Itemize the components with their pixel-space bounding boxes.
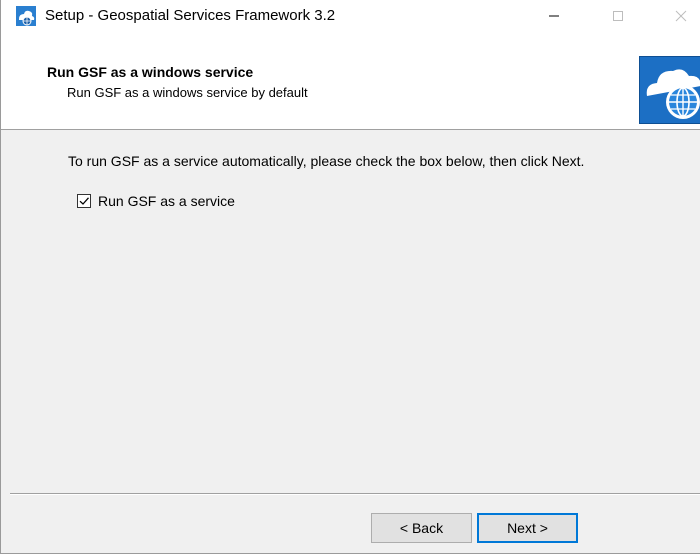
- setup-app-icon: [16, 6, 36, 26]
- instruction-text: To run GSF as a service automatically, p…: [68, 153, 585, 169]
- footer-divider: [10, 493, 700, 495]
- minimize-button[interactable]: [531, 0, 577, 31]
- run-as-service-label[interactable]: Run GSF as a service: [98, 193, 235, 209]
- close-icon: [675, 10, 687, 21]
- run-as-service-checkbox[interactable]: [77, 194, 91, 208]
- next-button[interactable]: Next >: [477, 513, 578, 543]
- run-as-service-option[interactable]: Run GSF as a service: [77, 192, 235, 210]
- setup-wizard-window: Setup - Geospatial Services Framework 3.…: [0, 0, 700, 554]
- cloud-globe-icon: [639, 56, 700, 124]
- close-button[interactable]: [658, 0, 700, 31]
- wizard-header: Run GSF as a windows service Run GSF as …: [1, 31, 700, 130]
- minimize-icon: [549, 15, 559, 16]
- maximize-icon: [613, 10, 623, 21]
- maximize-button[interactable]: [595, 0, 641, 31]
- window-title: Setup - Geospatial Services Framework 3.…: [45, 7, 336, 24]
- back-button[interactable]: < Back: [371, 513, 472, 543]
- title-bar[interactable]: Setup - Geospatial Services Framework 3.…: [1, 0, 700, 31]
- checkmark-icon: [79, 197, 89, 205]
- page-title: Run GSF as a windows service: [47, 64, 254, 80]
- page-subtitle: Run GSF as a windows service by default: [67, 85, 308, 100]
